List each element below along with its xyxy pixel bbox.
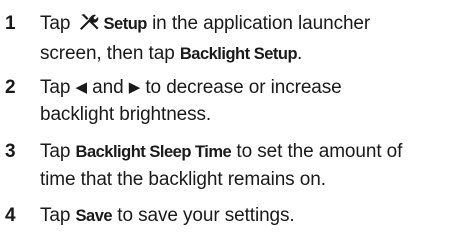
step-text-fragment: to save your settings. — [117, 205, 295, 226]
step-text-fragment: Tap — [40, 13, 71, 34]
step-text: Tap Backlight Sleep Time to set the amou… — [40, 138, 452, 193]
step-text-fragment: time that the backlight remains on. — [40, 169, 326, 190]
step-text-fragment: Tap — [40, 77, 71, 98]
step-text-fragment: and — [92, 77, 124, 98]
step-number: 3 — [5, 141, 16, 162]
tools-icon — [77, 12, 101, 40]
step-text-fragment: screen, then tap — [40, 43, 175, 64]
step-keyword: Save — [75, 207, 113, 225]
step-text-fragment: . — [297, 43, 303, 64]
step-number: 4 — [5, 205, 16, 226]
step-keyword: Setup — [103, 15, 148, 33]
step-text-fragment: in the application launcher — [152, 13, 371, 34]
step-text-fragment: Tap — [40, 141, 71, 162]
step-text-fragment: to decrease or increase — [145, 77, 342, 98]
step-number: 1 — [5, 13, 16, 34]
left-arrow-icon: ◀ — [75, 79, 88, 96]
right-arrow-icon: ▶ — [128, 79, 141, 96]
step-text: Tap Save to save your settings. — [40, 202, 452, 230]
step-keyword: Backlight Sleep Time — [75, 143, 232, 161]
step-number: 2 — [5, 77, 16, 98]
step-text-fragment: Tap — [40, 205, 71, 226]
step-text: Tap ◀ and ▶ to decrease or increase back… — [40, 74, 452, 128]
step-text-fragment: backlight brightness. — [40, 104, 212, 125]
step-keyword: Backlight Setup — [179, 45, 298, 63]
step-text: Tap Setup in the application launcher sc… — [40, 10, 452, 68]
step-text-fragment: to set the amount of — [236, 141, 403, 162]
